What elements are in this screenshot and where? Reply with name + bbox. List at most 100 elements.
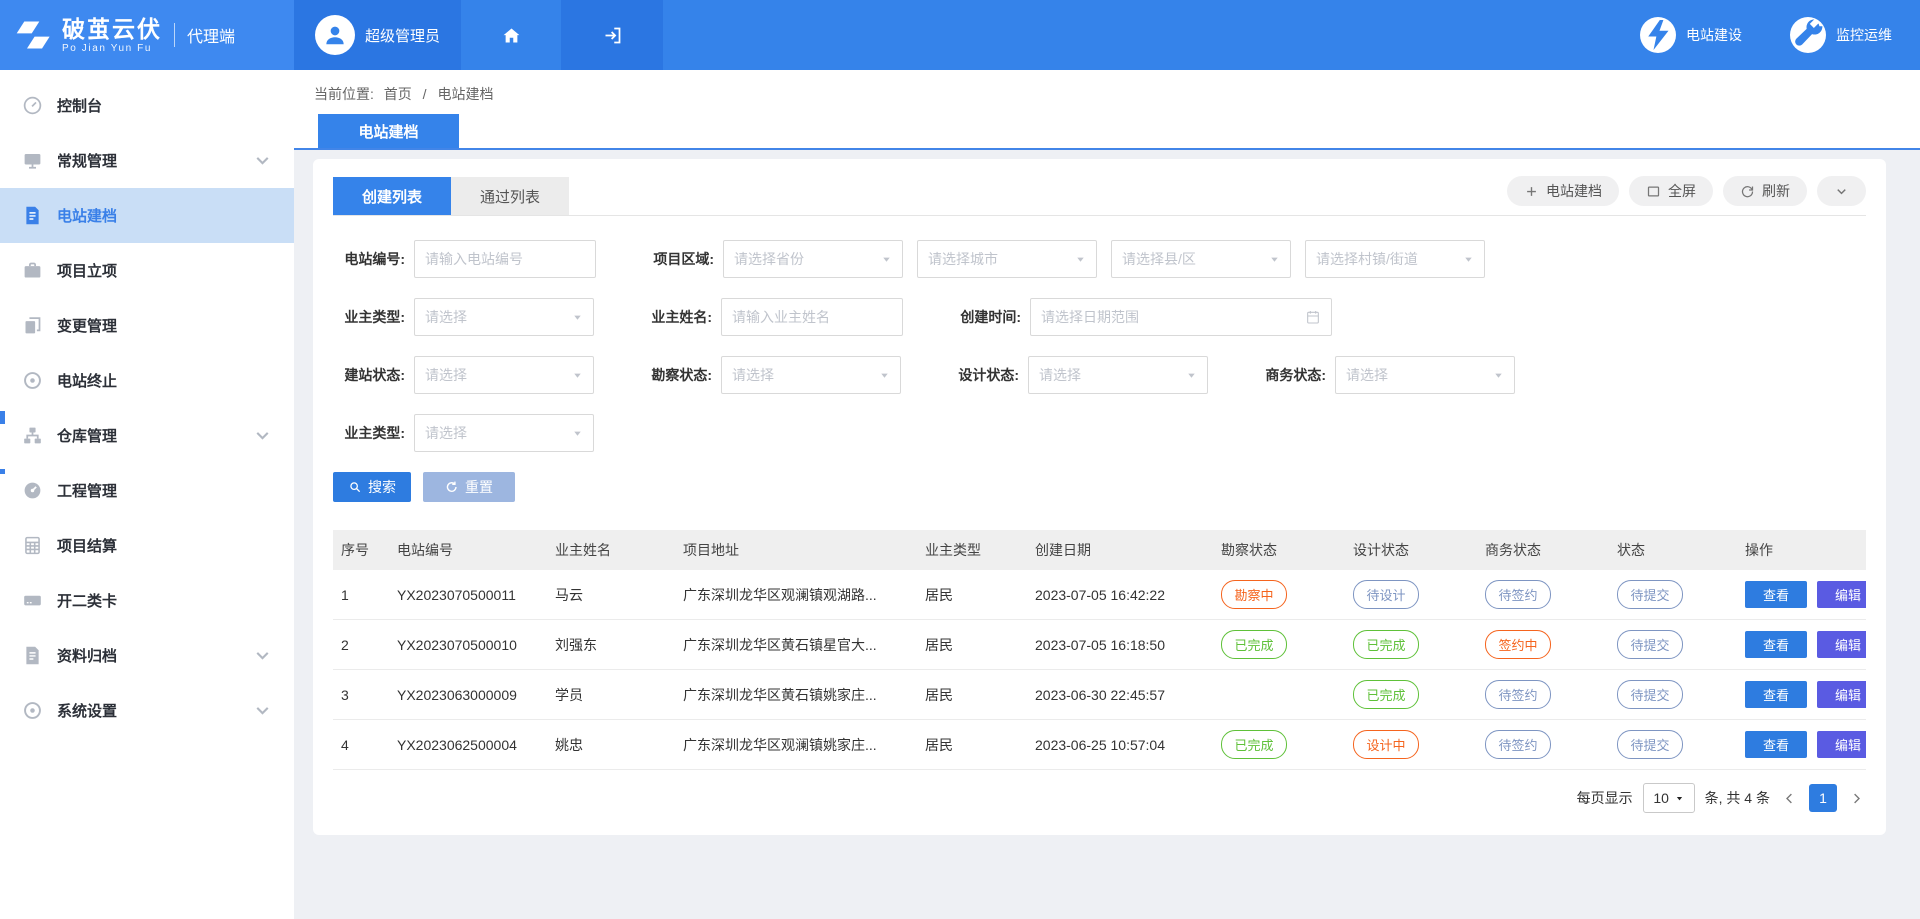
filter-group: 电站编号:请输入电站编号 [333, 240, 596, 278]
sidebar-item-target[interactable]: 电站终止 [0, 353, 294, 408]
logo-title: 破茧云伏 [62, 16, 162, 42]
filter-select[interactable]: 请选择 [1335, 356, 1515, 394]
list-tabs: 创建列表通过列表 [333, 177, 569, 215]
filter-label: 业主类型: [333, 423, 405, 443]
status-badge: 已完成 [1353, 680, 1419, 709]
breadcrumb-home-link[interactable]: 首页 [384, 86, 412, 102]
home-button[interactable] [461, 0, 561, 70]
nav-label: 电站建设 [1686, 25, 1742, 45]
placeholder-text: 请选择 [1346, 365, 1388, 385]
filter-date-range-picker[interactable]: 请选择日期范围 [1030, 298, 1332, 336]
sidebar-item-monitor[interactable]: 常规管理 [0, 133, 294, 188]
cell-status: 待提交 [1609, 720, 1737, 770]
status-badge: 签约中 [1485, 630, 1551, 659]
edit-button[interactable]: 编辑 [1817, 681, 1866, 708]
filter-select[interactable]: 请选择村镇/街道 [1305, 240, 1485, 278]
toolbar-button-label: 电站建档 [1546, 181, 1602, 201]
filter-select[interactable]: 请选择 [721, 356, 901, 394]
sidebar-item-gauge[interactable]: 工程管理 [0, 463, 294, 518]
cell-actions: 查看编辑作废 [1737, 670, 1866, 720]
next-page-button[interactable] [1847, 791, 1866, 806]
table-row: 4YX2023062500004姚忠广东深圳龙华区观澜镇姚家庄...居民2023… [333, 720, 1866, 770]
toolbar-plus-button[interactable]: 电站建档 [1507, 176, 1619, 206]
view-button[interactable]: 查看 [1745, 681, 1807, 708]
edit-button[interactable]: 编辑 [1817, 581, 1866, 608]
nav-lightning[interactable]: 电站建设 [1640, 17, 1742, 53]
sidebar-item-label: 资料归档 [57, 645, 117, 666]
cell-address: 广东深圳龙华区观澜镇姚家庄... [675, 720, 917, 770]
calendar-icon [1305, 309, 1321, 325]
cell-business-status: 待签约 [1477, 570, 1609, 620]
user-menu[interactable]: 超级管理员 [294, 0, 461, 70]
person-icon [322, 22, 348, 48]
pagination: 每页显示 10 条, 共 4 条 1 [333, 783, 1866, 813]
sidebar-item-label: 项目立项 [57, 260, 117, 281]
status-badge: 待提交 [1617, 680, 1683, 709]
filter-select[interactable]: 请选择 [1028, 356, 1208, 394]
sidebar-item-settings[interactable]: 系统设置 [0, 683, 294, 738]
prev-page-button[interactable] [1780, 791, 1799, 806]
filter-select[interactable]: 请选择 [414, 414, 594, 452]
filter-input[interactable]: 请输入电站编号 [414, 240, 596, 278]
sidebar-item-sitemap[interactable]: 仓库管理 [0, 408, 294, 463]
placeholder-text: 请选择日期范围 [1041, 307, 1139, 327]
refresh-icon [1740, 184, 1755, 199]
list-tab-created[interactable]: 创建列表 [333, 177, 451, 215]
sidebar-item-card[interactable]: 开二类卡 [0, 573, 294, 628]
page-tab[interactable]: 电站建档 [318, 114, 459, 148]
view-button[interactable]: 查看 [1745, 631, 1807, 658]
sidebar-item-document[interactable]: 电站建档 [0, 188, 294, 243]
nav-wrench[interactable]: 监控运维 [1790, 17, 1892, 53]
wrench-icon [1790, 17, 1826, 53]
filter-select[interactable]: 请选择 [414, 356, 594, 394]
target-icon [20, 370, 44, 391]
dashboard-icon [20, 95, 44, 116]
toolbar-refresh-button[interactable]: 刷新 [1723, 176, 1807, 206]
search-button[interactable]: 搜索 [333, 472, 411, 502]
status-badge: 待提交 [1617, 630, 1683, 659]
filter-select[interactable]: 请选择县/区 [1111, 240, 1291, 278]
logout-button[interactable] [561, 0, 663, 70]
page-1-button[interactable]: 1 [1809, 784, 1837, 812]
edit-button[interactable]: 编辑 [1817, 631, 1866, 658]
edit-button[interactable]: 编辑 [1817, 731, 1866, 758]
sidebar-item-briefcase[interactable]: 项目立项 [0, 243, 294, 298]
cell-survey-status: 勘察中 [1213, 570, 1345, 620]
cell-address: 广东深圳龙华区观澜镇观湖路... [675, 570, 917, 620]
cell-created-date: 2023-07-05 16:18:50 [1027, 620, 1213, 670]
chevron-down-icon [250, 150, 274, 171]
sidebar-item-dashboard[interactable]: 控制台 [0, 78, 294, 133]
sidebar-item-calculator[interactable]: 项目结算 [0, 518, 294, 573]
filter-select[interactable]: 请选择 [414, 298, 594, 336]
page-size-select[interactable]: 10 [1643, 783, 1695, 813]
table-row: 2YX2023070500010刘强东广东深圳龙华区黄石镇星官大...居民202… [333, 620, 1866, 670]
cell-survey-status [1213, 670, 1345, 720]
sidebar-item-archive[interactable]: 资料归档 [0, 628, 294, 683]
status-badge: 待签约 [1485, 580, 1551, 609]
cell-design-status: 已完成 [1345, 670, 1477, 720]
filter-input[interactable]: 请输入业主姓名 [721, 298, 903, 336]
column-header: 勘察状态 [1213, 530, 1345, 570]
filter-actions: 搜索 重置 [333, 472, 1866, 502]
filter-group: 设计状态:请选择 [947, 356, 1208, 394]
toolbar-chevron-down-button[interactable] [1817, 176, 1866, 206]
toolbar-fullscreen-button[interactable]: 全屏 [1629, 176, 1713, 206]
view-button[interactable]: 查看 [1745, 581, 1807, 608]
column-header: 商务状态 [1477, 530, 1609, 570]
sidebar-item-copy[interactable]: 变更管理 [0, 298, 294, 353]
top-header: 破茧云伏 Po Jian Yun Fu 代理端 超级管理员 电站建设监控运维 [0, 0, 1920, 70]
filter-group: 业主姓名:请输入业主姓名 [640, 298, 903, 336]
filter-group: 业主类型: 请选择 [333, 414, 594, 452]
fullscreen-icon [1646, 184, 1661, 199]
view-button[interactable]: 查看 [1745, 731, 1807, 758]
caret-icon [1075, 254, 1086, 265]
sidebar: 控制台常规管理电站建档项目立项变更管理电站终止仓库管理工程管理项目结算开二类卡资… [0, 70, 294, 919]
reset-button[interactable]: 重置 [423, 472, 515, 502]
list-tab-passed[interactable]: 通过列表 [451, 177, 569, 215]
cell-status: 待提交 [1609, 620, 1737, 670]
filter-select[interactable]: 请选择城市 [917, 240, 1097, 278]
filter-select[interactable]: 请选择省份 [723, 240, 903, 278]
filter-label: 商务状态: [1254, 365, 1326, 385]
filter-label: 项目区域: [642, 249, 714, 269]
cell-index: 2 [333, 620, 389, 670]
